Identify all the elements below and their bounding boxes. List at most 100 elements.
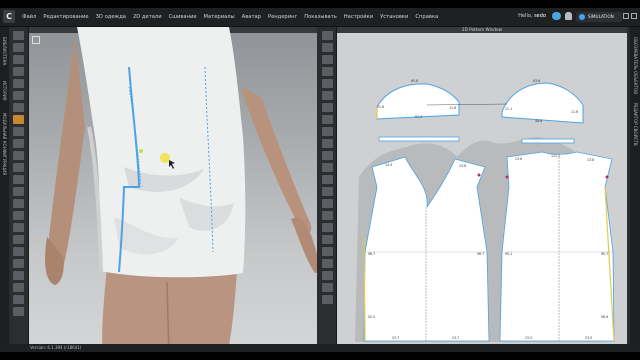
seam-allowance-icon[interactable] xyxy=(322,163,333,172)
measure-label: 14.5 xyxy=(385,163,393,167)
puckering-tool-icon[interactable] xyxy=(13,175,24,184)
texture-tool-icon[interactable] xyxy=(13,115,24,124)
edit-curve-point-icon[interactable] xyxy=(322,67,333,76)
measure-tool-icon[interactable] xyxy=(13,91,24,100)
measure-label: 65.8 xyxy=(411,79,419,83)
edit-curvature-icon[interactable] xyxy=(322,55,333,64)
menu-help[interactable]: Справка xyxy=(415,14,438,20)
measure-label: 56.9 xyxy=(601,315,609,319)
status-bar: Version: 6.1.394 (r18641) xyxy=(0,344,640,352)
minimize-icon[interactable] xyxy=(623,13,629,19)
graphic-2d-icon[interactable] xyxy=(322,259,333,268)
trace-icon[interactable] xyxy=(322,151,333,160)
rectangle-icon[interactable] xyxy=(322,103,333,112)
pose-tool-icon[interactable] xyxy=(13,235,24,244)
sewing-marker-point[interactable] xyxy=(505,175,509,179)
transform-pattern-icon[interactable] xyxy=(322,31,333,40)
pattern-cuff-right[interactable] xyxy=(521,138,575,144)
ellipse-icon[interactable] xyxy=(322,115,333,124)
size-tool-icon[interactable] xyxy=(13,247,24,256)
measure-label: 51.4 xyxy=(415,115,423,119)
menu-settings[interactable]: Настройки xyxy=(344,14,373,20)
fold-tool-icon[interactable] xyxy=(13,55,24,64)
notification-icon[interactable] xyxy=(565,12,572,20)
notch-icon[interactable] xyxy=(322,223,333,232)
cloud-icon[interactable] xyxy=(552,12,561,20)
menu-display[interactable]: Показывать xyxy=(304,14,337,20)
measure-avatar-icon[interactable] xyxy=(13,211,24,220)
add-point-icon[interactable] xyxy=(322,79,333,88)
button-tool-icon[interactable] xyxy=(13,139,24,148)
avatar-legs xyxy=(102,267,237,352)
xray-tool-icon[interactable] xyxy=(13,307,24,316)
tab-object-browser[interactable]: ОБОЗРЕВАТЕЛЬ ОБЪЕКТОВ xyxy=(633,37,638,94)
select-move-tool-icon[interactable] xyxy=(13,31,24,40)
user-greeting[interactable]: Hello, sedo xyxy=(518,13,546,19)
zipper-2d-icon[interactable] xyxy=(322,283,333,292)
lock-tool-icon[interactable] xyxy=(13,259,24,268)
avatar-hand-right xyxy=(291,217,317,273)
pattern-window-2d[interactable]: 2D Pattern Window 65.8 11.6 11.6 51.4 63… xyxy=(337,27,627,352)
pattern-sleeve-right[interactable] xyxy=(501,82,584,124)
cursor-point xyxy=(139,149,143,153)
menu-render[interactable]: Рендеринг xyxy=(268,14,297,20)
tab-history[interactable]: ИСТОРИЯ xyxy=(2,81,7,101)
menu-materials[interactable]: Материалы xyxy=(204,14,235,20)
tuck-icon[interactable] xyxy=(322,211,333,220)
segment-sewing-icon[interactable] xyxy=(322,175,333,184)
menu-2d-pattern[interactable]: 2D детали xyxy=(133,14,162,20)
annotation-icon[interactable] xyxy=(322,295,333,304)
avatar-arm-left xyxy=(48,37,85,273)
menu-avatar[interactable]: Аватар xyxy=(242,14,261,20)
shrinkwrap-tool-icon[interactable] xyxy=(13,223,24,232)
viewport-3d[interactable]: dls s3.prd xyxy=(29,27,317,352)
tab-property-editor[interactable]: РЕДАКТОР СВОЙСТВ xyxy=(633,103,638,146)
menu-sewing[interactable]: Сшивание xyxy=(169,14,197,20)
edit-texture-icon[interactable] xyxy=(322,247,333,256)
button-2d-icon[interactable] xyxy=(322,271,333,280)
strengthen-tool-icon[interactable] xyxy=(13,283,24,292)
app-logo[interactable]: C xyxy=(3,10,15,23)
menu-file[interactable]: Файл xyxy=(22,14,36,20)
arrangement-tool-icon[interactable] xyxy=(13,103,24,112)
polygon-icon[interactable] xyxy=(322,91,333,100)
fitmap-tool-icon[interactable] xyxy=(13,295,24,304)
internal-line-icon[interactable] xyxy=(322,127,333,136)
free-sewing-icon[interactable] xyxy=(322,187,333,196)
topstitch-tool-icon[interactable] xyxy=(13,163,24,172)
measure-label: 95.7 xyxy=(601,252,609,256)
menu-preferences[interactable]: Установки xyxy=(380,14,408,20)
pin-tool-icon[interactable] xyxy=(13,79,24,88)
graphic-tool-icon[interactable] xyxy=(13,187,24,196)
dart-icon[interactable] xyxy=(322,139,333,148)
pattern-back-body[interactable] xyxy=(499,151,615,342)
tack-tool-icon[interactable] xyxy=(13,67,24,76)
measure-label: 23.5 xyxy=(525,336,533,340)
freeze-tool-icon[interactable] xyxy=(13,271,24,280)
toolbar-3d xyxy=(10,27,29,352)
tab-library[interactable]: БИБЛИОТЕКА xyxy=(2,37,7,65)
zipper-tool-icon[interactable] xyxy=(13,151,24,160)
fold-arrangement-icon[interactable] xyxy=(322,235,333,244)
check-sewing-icon[interactable] xyxy=(322,199,333,208)
avatar-tool-icon[interactable] xyxy=(13,199,24,208)
username-label: sedo xyxy=(534,13,546,19)
right-side-panel-tabs: ОБОЗРЕВАТЕЛЬ ОБЪЕКТОВ РЕДАКТОР СВОЙСТВ xyxy=(630,27,640,352)
menu-3d-garment[interactable]: 3D одежда xyxy=(96,14,126,20)
trim-tool-icon[interactable] xyxy=(13,127,24,136)
select-mesh-tool-icon[interactable] xyxy=(13,43,24,52)
avatar-scene[interactable] xyxy=(29,27,317,352)
sewing-marker-point[interactable] xyxy=(605,175,609,179)
edit-pattern-icon[interactable] xyxy=(322,43,333,52)
sewing-marker-point[interactable] xyxy=(477,173,481,177)
tab-modular-configurator[interactable]: МОДУЛЬНАЯ КОНФИГУРАЦИЯ xyxy=(2,113,7,175)
measure-label: 11.6 xyxy=(449,106,457,110)
measure-label: 13.8 xyxy=(587,158,595,162)
simulation-mode-switch[interactable]: SIMULATION xyxy=(576,12,622,22)
menu-edit[interactable]: Редактирование xyxy=(43,14,88,20)
measure-label: 63.6 xyxy=(533,79,541,83)
pattern-sleeve-left[interactable] xyxy=(376,83,460,120)
pattern-canvas[interactable] xyxy=(337,27,627,352)
close-icon[interactable] xyxy=(631,13,637,19)
pattern-cuff-left[interactable] xyxy=(378,136,460,142)
